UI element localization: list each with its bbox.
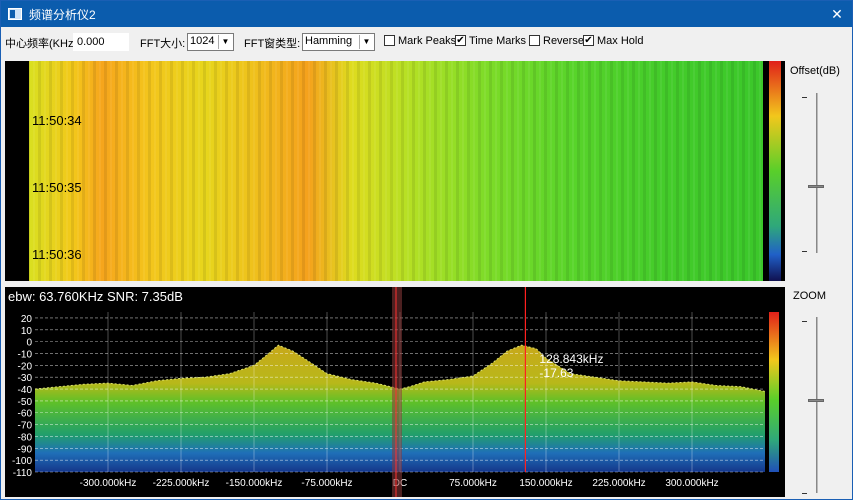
color-scale-bar (769, 61, 781, 281)
y-tick-label: -100 (12, 456, 32, 467)
chart-title: ebw: 63.760KHz SNR: 7.35dB (8, 289, 183, 304)
time-mark-label: 11:50:34 (32, 113, 82, 128)
waterfall-display[interactable]: 11:50:34 11:50:35 11:50:36 (5, 61, 785, 281)
y-tick-label: 10 (21, 326, 33, 337)
y-tick-label: -50 (18, 397, 33, 408)
x-tick-label: 300.000kHz (665, 478, 718, 489)
x-tick-label: -150.000kHz (226, 478, 283, 489)
y-tick-label: -110 (13, 468, 33, 479)
offset-slider-thumb[interactable] (808, 185, 824, 188)
dc-marker-band (392, 287, 402, 497)
spectrum-analyzer-window: 频谱分析仪2 ✕ 中心频率(KHz): FFT大小: 1024 ▼ FFT窗类型… (0, 0, 853, 500)
center-freq-input[interactable] (73, 33, 129, 51)
toolbar: 中心频率(KHz): FFT大小: 1024 ▼ FFT窗类型: Hamming… (1, 31, 852, 55)
y-tick-label: 0 (26, 338, 32, 349)
x-tick-label: -75.000kHz (301, 478, 352, 489)
y-tick-label: -60 (18, 409, 33, 420)
y-tick-label: 20 (21, 314, 33, 325)
title-bar: 频谱分析仪2 ✕ (1, 1, 852, 27)
fft-size-label: FFT大小: (140, 38, 186, 50)
fft-window-select[interactable]: Hamming ▼ (302, 33, 375, 51)
mark-peaks-checkbox[interactable] (384, 35, 395, 46)
y-tick-label: -90 (18, 444, 33, 455)
y-tick-label: -70 (18, 421, 33, 432)
x-tick-label: 75.000kHz (449, 478, 497, 489)
y-tick-label: -30 (18, 373, 33, 384)
window-title: 频谱分析仪2 (29, 7, 96, 22)
spectrum-display[interactable]: ebw: 63.760KHz SNR: 7.35dB 20100-10-20-3… (5, 287, 785, 497)
center-freq-label: 中心频率(KHz): (5, 38, 81, 50)
y-tick-label: -20 (18, 361, 33, 372)
time-mark-label: 11:50:35 (32, 180, 82, 195)
cursor-level-label: -17.63 (539, 366, 573, 380)
zoom-slider-track[interactable] (816, 317, 818, 493)
time-marks-label: Time Marks (469, 35, 527, 47)
chevron-down-icon: ▼ (359, 35, 373, 49)
slider-tick (802, 321, 807, 322)
fft-window-value: Hamming (305, 35, 353, 47)
max-hold-label: Max Hold (597, 35, 644, 47)
mark-peaks-label: Mark Peaks (398, 35, 457, 47)
max-hold-checkbox[interactable]: ✔ (583, 35, 594, 46)
color-scale-bar (769, 312, 779, 472)
fft-size-select[interactable]: 1024 ▼ (187, 33, 234, 51)
x-tick-label: -300.000kHz (80, 478, 137, 489)
offset-label: Offset(dB) (790, 65, 840, 77)
y-tick-label: -40 (18, 385, 33, 396)
reverse-label: Reverse (543, 35, 584, 47)
y-tick-label: -80 (18, 432, 33, 443)
slider-tick (802, 493, 807, 494)
fft-size-value: 1024 (190, 35, 215, 47)
zoom-slider-thumb[interactable] (808, 399, 824, 402)
offset-slider-track[interactable] (816, 93, 818, 253)
slider-tick (802, 97, 807, 98)
fft-window-label: FFT窗类型: (244, 38, 301, 50)
time-marks-checkbox[interactable]: ✔ (455, 35, 466, 46)
app-icon (8, 8, 22, 20)
x-tick-label: 150.000kHz (519, 478, 572, 489)
y-tick-label: -10 (18, 349, 33, 360)
time-mark-label: 11:50:36 (32, 247, 82, 262)
x-tick-label: 225.000kHz (592, 478, 645, 489)
cursor-freq-label: 128.843kHz (539, 352, 603, 366)
close-icon[interactable]: ✕ (826, 3, 848, 25)
x-tick-label: -225.000kHz (153, 478, 210, 489)
zoom-label: ZOOM (793, 290, 826, 302)
slider-tick (802, 251, 807, 252)
chevron-down-icon: ▼ (218, 35, 232, 49)
reverse-checkbox[interactable] (529, 35, 540, 46)
